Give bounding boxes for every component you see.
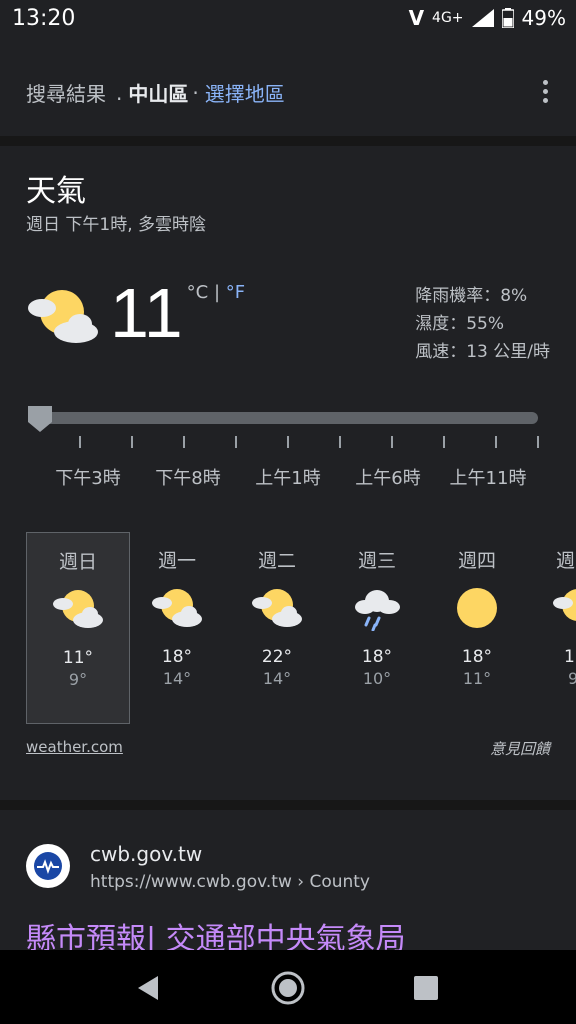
- slider-tick: [537, 436, 539, 448]
- time-slider[interactable]: [28, 412, 538, 424]
- low-temp: 9: [568, 669, 576, 688]
- unit-toggle: °C | °F: [187, 282, 245, 303]
- humidity: 濕度：55%: [415, 314, 505, 334]
- location-name: 中山區: [128, 82, 189, 106]
- status-bar: 13:20 V 4G+ 49%: [0, 0, 576, 40]
- cwb-logo-icon: [34, 852, 62, 880]
- results-prefix: 搜尋結果: [26, 82, 106, 106]
- day-forecast-thursday[interactable]: 週四 18° 11°: [426, 532, 528, 722]
- slider-tick: [495, 436, 497, 448]
- rain-icon: [355, 590, 400, 632]
- day-forecast-tuesday[interactable]: 週二 22° 14°: [226, 532, 328, 722]
- status-time: 13:20: [12, 6, 76, 31]
- network-label: 4G+: [432, 10, 464, 26]
- divider: [0, 800, 576, 810]
- high-temp: 18°: [161, 647, 193, 667]
- celsius-unit[interactable]: °C: [187, 282, 209, 303]
- day-name: 週: [556, 550, 576, 572]
- search-header: 搜尋結果 . 中山區 · 選擇地區: [0, 50, 576, 134]
- slider-tick: [339, 436, 341, 448]
- location-row: 搜尋結果 . 中山區 · 選擇地區: [26, 78, 285, 107]
- low-temp: 14°: [162, 669, 192, 688]
- slider-tick: [131, 436, 133, 448]
- divider: [0, 136, 576, 146]
- slider-tick: [391, 436, 393, 448]
- slider-tick: [443, 436, 445, 448]
- day-name: 週日: [58, 551, 97, 573]
- home-icon[interactable]: [270, 970, 306, 1006]
- weather-details: 降雨機率：8% 濕度：55% 風速：13 公里/時: [415, 282, 550, 366]
- partly-cloudy-icon: [28, 290, 98, 343]
- high-temp: 11°: [62, 648, 94, 668]
- weather-card: 天氣 週日 下午1時, 多雲時陰 11 °C | °F 降雨機率：8% 濕度：5…: [0, 146, 576, 800]
- high-temp: 22°: [261, 647, 293, 667]
- choose-location-link[interactable]: 選擇地區: [205, 78, 285, 107]
- day-forecast-friday[interactable]: 週 1 9: [526, 532, 576, 722]
- slider-handle[interactable]: [26, 404, 54, 432]
- sunny-icon: [457, 588, 497, 628]
- day-forecast-sunday[interactable]: 週日 11° 9°: [26, 532, 130, 724]
- day-name: 週四: [457, 550, 496, 572]
- back-icon[interactable]: [130, 970, 166, 1006]
- time-label: 下午8時: [155, 468, 221, 489]
- source-link[interactable]: weather.com: [26, 738, 123, 756]
- low-temp: 10°: [362, 669, 392, 688]
- time-label: 上午6時: [355, 468, 421, 489]
- low-temp: 9°: [68, 670, 88, 689]
- time-label: 下午3時: [55, 468, 121, 489]
- signal-icon: [471, 9, 494, 27]
- low-temp: 14°: [262, 669, 292, 688]
- high-temp: 1: [564, 647, 575, 667]
- battery-icon: [501, 8, 514, 28]
- time-label: 上午11時: [449, 468, 527, 489]
- wind-speed: 風速：13 公里/時: [415, 342, 550, 362]
- volte-icon: V: [408, 6, 425, 30]
- day-name: 週一: [157, 550, 196, 572]
- fahrenheit-unit[interactable]: °F: [226, 282, 245, 303]
- unit-separator: |: [213, 282, 221, 303]
- current-temperature: 11 °C | °F: [26, 278, 245, 348]
- day-forecast-monday[interactable]: 週一 18° 14°: [126, 532, 228, 722]
- battery-percent: 49%: [521, 6, 566, 30]
- result-domain: cwb.gov.tw: [90, 842, 203, 866]
- day-name: 週三: [357, 550, 396, 572]
- partly-cloudy-icon: [553, 589, 576, 621]
- slider-tick: [235, 436, 237, 448]
- weather-title: 天氣: [26, 174, 86, 209]
- feedback-link[interactable]: 意見回饋: [490, 738, 550, 759]
- day-name: 週二: [257, 550, 296, 572]
- separator: .: [116, 80, 123, 105]
- weather-subtitle: 週日 下午1時, 多雲時陰: [26, 215, 207, 235]
- navigation-bar: [0, 950, 576, 1024]
- high-temp: 18°: [461, 647, 493, 667]
- high-temp: 18°: [361, 647, 393, 667]
- slider-tick: [79, 436, 81, 448]
- recents-icon[interactable]: [408, 970, 444, 1006]
- day-forecast-wednesday[interactable]: 週三 18° 10°: [326, 532, 428, 722]
- search-result: cwb.gov.tw https://www.cwb.gov.tw › Coun…: [0, 810, 576, 957]
- time-label: 上午1時: [255, 468, 321, 489]
- status-right: V 4G+ 49%: [409, 6, 566, 30]
- result-url: https://www.cwb.gov.tw › County: [90, 872, 370, 892]
- partly-cloudy-icon: [53, 590, 103, 628]
- temperature-value: 11: [110, 274, 183, 352]
- slider-tick: [287, 436, 289, 448]
- precipitation: 降雨機率：8%: [415, 286, 528, 306]
- slider-tick: [183, 436, 185, 448]
- low-temp: 11°: [462, 669, 492, 688]
- more-options-button[interactable]: [540, 80, 550, 106]
- partly-cloudy-icon: [252, 589, 302, 627]
- site-favicon: [26, 844, 70, 888]
- separator: ·: [192, 80, 199, 105]
- partly-cloudy-icon: [152, 589, 202, 627]
